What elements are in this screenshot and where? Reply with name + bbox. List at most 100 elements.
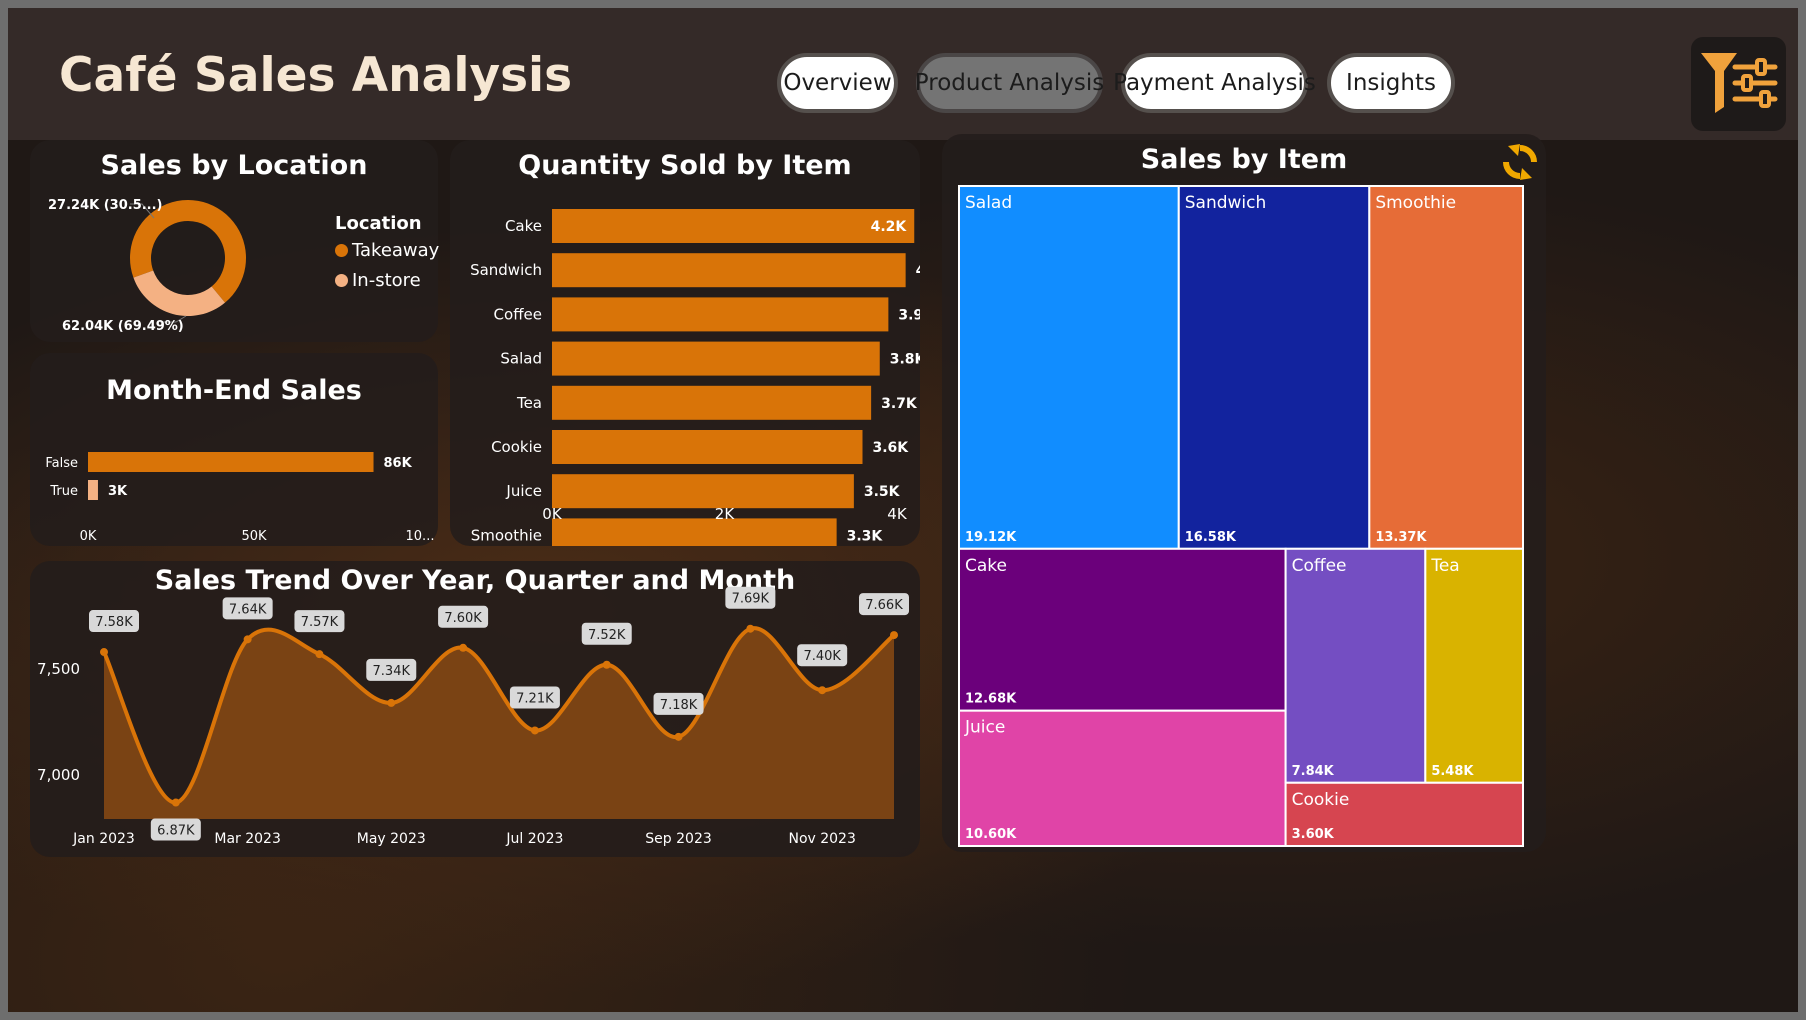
month-end-bar-chart: False 86K True 3K 0K 50K 10... [45, 452, 435, 544]
data-point[interactable] [387, 698, 396, 707]
legend-item-takeaway[interactable]: Takeaway [335, 240, 439, 261]
data-label: 7.66K [865, 598, 903, 613]
x-tick-label: May 2023 [357, 831, 426, 847]
donut-slice-in-store[interactable] [133, 270, 226, 316]
category-label: False [45, 456, 78, 471]
sales-trend-area-chart: 7,000 7,500 Jan 2023 Mar 2023 May 2023 Jul 20… [37, 586, 909, 847]
data-label: 7.60K [444, 611, 482, 626]
sales-trend-panel: Sales Trend Over Year, Quarter and Month… [30, 561, 920, 857]
data-point[interactable] [315, 650, 324, 659]
dashboard-frame: Café Sales Analysis Overview Product Ana… [8, 8, 1798, 1012]
data-point[interactable] [100, 648, 108, 657]
x-tick-label: 0K [80, 529, 97, 544]
bar-true[interactable] [88, 480, 98, 500]
legend-item-in-store[interactable]: In-store [335, 270, 421, 291]
tile-sandwich[interactable] [1177, 185, 1371, 550]
tile-label: Coffee [1292, 556, 1347, 576]
data-label: 3.7K [881, 396, 918, 412]
category-label: Cake [505, 217, 542, 235]
tile-juice[interactable] [958, 709, 1287, 848]
category-label: Salad [500, 350, 542, 368]
legend-label: Takeaway [352, 240, 440, 261]
nav-payment-analysis-button[interactable]: Payment Analysis [1113, 53, 1316, 113]
bar-false[interactable] [88, 452, 374, 472]
data-label: 3.3K [847, 528, 884, 544]
data-label: 3.9K [898, 307, 920, 323]
bar-cookie[interactable] [552, 430, 863, 464]
legend-dot [335, 244, 348, 257]
legend-title: Location [335, 213, 422, 234]
month-end-sales-panel: Month-End Sales False 86K True 3K 0K 50K 10... [30, 353, 438, 546]
bar-smoothie[interactable] [552, 518, 837, 546]
nav-insights-button[interactable]: Insights [1327, 53, 1455, 113]
x-tick-label: 50K [241, 529, 267, 544]
data-point[interactable] [890, 631, 898, 640]
trend-area [104, 628, 894, 819]
bar-coffee[interactable] [552, 297, 889, 332]
tile-label: Sandwich [1185, 193, 1267, 213]
data-label: 4.2K [871, 219, 908, 235]
data-label: 7.18K [660, 698, 698, 713]
tile-label: Juice [964, 718, 1005, 738]
header-bar: Café Sales Analysis Overview Product Ana… [8, 8, 1798, 140]
data-label: 3.6K [873, 440, 910, 456]
data-label: 7.58K [95, 615, 133, 630]
data-point[interactable] [243, 635, 252, 644]
bar-juice[interactable] [552, 474, 854, 509]
data-point[interactable] [459, 643, 468, 652]
data-label: 62.04K (69.49%) [62, 319, 184, 334]
tile-value: 5.48K [1431, 764, 1474, 779]
sales-by-location-panel: Sales by Location 27.24K (30.5...) 62.04K… [30, 140, 439, 342]
data-point[interactable] [602, 660, 611, 669]
bar-salad[interactable] [552, 341, 880, 376]
nav-overview-button[interactable]: Overview [777, 53, 898, 113]
tile-label: Smoothie [1375, 193, 1456, 213]
tile-cake[interactable] [958, 547, 1287, 712]
nav-product-analysis-button[interactable]: Product Analysis [915, 53, 1104, 113]
tile-tea[interactable] [1424, 547, 1524, 784]
data-point[interactable] [746, 624, 755, 633]
bar-cake[interactable] [552, 209, 915, 243]
quantity-bar-chart: Cake 4.2K Sandwich 4.1K Coffee 3.9K Salad 3.8K T… [470, 209, 920, 546]
bar-tea[interactable] [552, 385, 872, 420]
bar-sandwich[interactable] [552, 253, 906, 288]
category-label: True [49, 484, 78, 499]
data-point[interactable] [530, 726, 539, 735]
x-tick-label: Mar 2023 [214, 831, 281, 847]
data-point[interactable] [171, 798, 180, 807]
category-label: Juice [505, 482, 542, 500]
data-label: 3.5K [864, 484, 901, 500]
sales-by-item-panel: Sales by Item Salad 19.12K Sandwich 16.58K S… [942, 134, 1546, 852]
data-label: 27.24K (30.5...) [48, 198, 163, 213]
x-tick-label: Jul 2023 [505, 831, 563, 847]
category-label: Tea [516, 394, 542, 412]
y-tick-label: 7,000 [37, 766, 80, 784]
category-label: Coffee [494, 305, 542, 323]
tile-value: 3.60K [1292, 827, 1335, 842]
tile-value: 19.12K [965, 530, 1017, 545]
x-tick-label: 10... [406, 529, 435, 544]
tile-value: 10.60K [965, 827, 1017, 842]
data-label: 86K [384, 456, 413, 471]
x-tick-label: 0K [542, 505, 563, 523]
treemap-chart: Salad 19.12K Sandwich 16.58K Smoothie 13.37K C… [958, 185, 1524, 848]
category-label: Smoothie [471, 526, 542, 544]
data-point[interactable] [674, 732, 683, 741]
tile-salad[interactable] [958, 185, 1180, 550]
data-label: 4.1K [916, 263, 920, 279]
x-tick-label: Sep 2023 [645, 831, 711, 847]
tile-smoothie[interactable] [1368, 185, 1524, 550]
data-label: 7.52K [588, 628, 626, 643]
data-label: 3.8K [890, 352, 920, 368]
tile-label: Tea [1430, 556, 1459, 576]
tile-label: Salad [965, 193, 1012, 213]
tile-value: 16.58K [1185, 530, 1237, 545]
category-label: Cookie [491, 438, 542, 456]
tile-coffee[interactable] [1284, 547, 1427, 784]
x-tick-label: 2K [715, 505, 736, 523]
tile-value: 12.68K [965, 692, 1017, 707]
data-point[interactable] [818, 686, 827, 695]
tile-value: 13.37K [1375, 530, 1427, 545]
filter-panel-button[interactable] [1691, 37, 1786, 131]
legend-label: In-store [352, 270, 421, 291]
